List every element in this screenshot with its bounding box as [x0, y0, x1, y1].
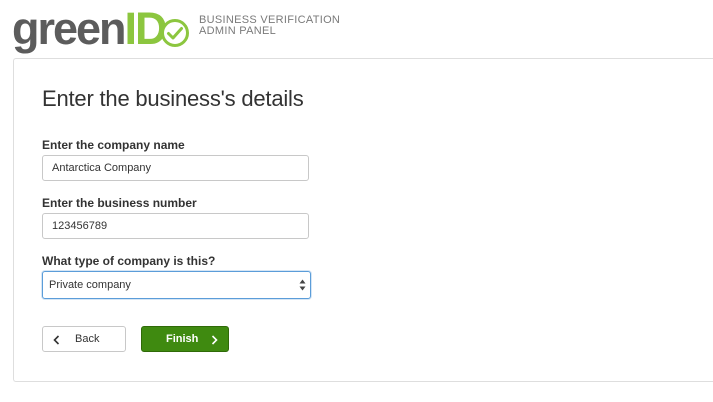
finish-button[interactable]: Finish [141, 326, 229, 352]
chevron-left-icon [53, 335, 60, 345]
logo-word-green: green [12, 3, 127, 54]
company-type-selected-value: Private company [49, 279, 131, 291]
business-number-input[interactable]: 123456789 [42, 213, 309, 239]
company-name-label: Enter the company name [42, 138, 185, 152]
chevron-right-icon [211, 335, 218, 345]
back-button-label: Back [75, 333, 100, 345]
check-circle-icon [161, 19, 189, 47]
logo-tagline: BUSINESS VERIFICATION ADMIN PANEL [199, 15, 340, 37]
business-number-label: Enter the business number [42, 196, 197, 210]
company-type-select[interactable]: Private company [42, 271, 311, 299]
back-button[interactable]: Back [42, 326, 126, 352]
business-details-panel: Enter the business's details Enter the c… [13, 58, 713, 382]
finish-button-label: Finish [166, 333, 199, 345]
select-arrows-icon [299, 279, 306, 291]
logo-wordmark: greenID [12, 3, 168, 54]
tagline-line-2: ADMIN PANEL [199, 25, 277, 37]
page-title: Enter the business's details [42, 86, 304, 111]
company-name-input[interactable]: Antarctica Company [42, 155, 309, 181]
company-type-label: What type of company is this? [42, 254, 216, 268]
